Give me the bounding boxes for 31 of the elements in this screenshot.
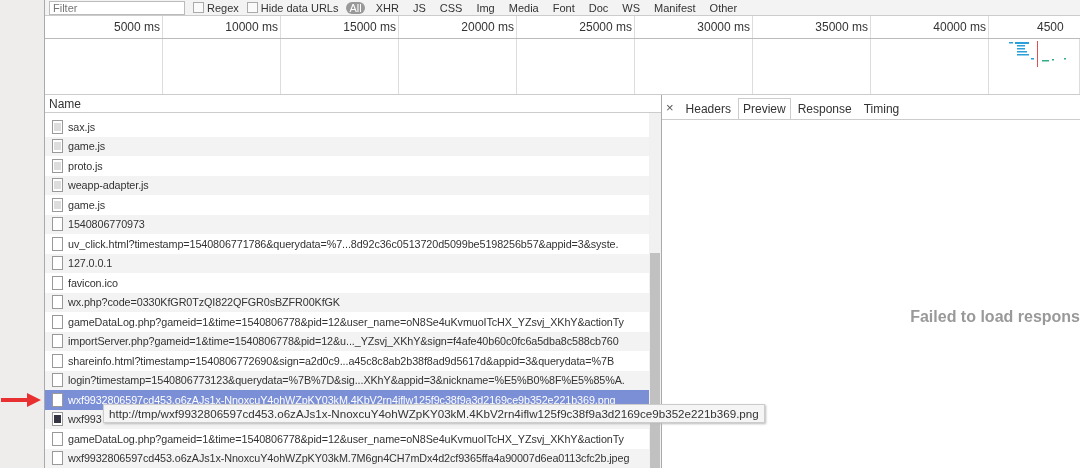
request-name: importServer.php?gameid=1&time=1540806778&pid=12&u..._YZsvj_XKhY&sign=f4afe40b60c0fc6a5dba8c588cb760 [68,335,619,348]
request-name: wxf993 [68,413,102,426]
request-name: wxf9932806597cd453.o6zAJs1x-NnoxcuY4ohWZpKY03kM.7M6gn4CH7mDx4d2cf9365ffa4a90007d6ea0113cfc2b.jpeg [68,452,630,465]
request-name: wx.php?code=0330KfGR0TzQI822QFGR0sBZFR00KfGK [68,296,340,309]
time-tick-label: 30000 ms [635,16,753,38]
request-name: gameDataLog.php?gameid=1&time=1540806778&pid=12&user_name=oN8Se4uKvmuoITcHX_YZsvj_XKhY&actionTy [68,315,624,328]
time-tick-label: 10000 ms [163,16,281,38]
request-name: game.js [68,140,106,153]
tooltip: http://tmp/wxf9932806597cd453.o6zAJs1x-NnoxcuY4ohWZpKY03kM.4KbV2rn4iflw125f9c38f9a3d2169ce9b352e221b369.png [103,404,765,423]
time-tick-label: 25000 ms [517,16,635,38]
request-name: weapp-adapter.js [68,179,149,192]
request-name: game.js [68,198,106,211]
request-name: shareinfo.html?timestamp=1540806772690&sign=a2d0c9...a45c8c8ab2b38f8ad9d5617d&appid=3&querydata=%7B [68,354,614,367]
time-tick-label: 5000 ms [45,16,163,38]
request-name: wxf9932806597cd453.o6zAJs1x-NnoxcuY4ohWZpKY03kM.4KbV2rn4iflw125f9c38f9a3d2169ce9b352e221b369.png [68,393,616,406]
checkbox-label: Hide data URLs [260,1,339,14]
time-tick-label: 15000 ms [281,16,399,38]
request-name: proto.js [68,159,103,172]
request-name: 1540806770973 [68,218,145,231]
request-name: uv_click.html?timestamp=1540806771786&querydata=%7...8d92c36c0513720d5099be5198256b57&appid=3&syste. [68,237,619,250]
request-name: 127.0.0.1 [68,257,113,270]
request-name: login?timestamp=1540806773123&querydata=%7B%7D&sig...XKhY&appid=3&nickname=%E5%B0%8F%E5%85%A. [68,374,625,387]
time-tick-label: 20000 ms [399,16,517,38]
request-name: sax.js [68,120,95,133]
time-tick-label: 4500 [1036,19,1065,36]
request-name: gameDataLog.php?gameid=1&time=1540806778&pid=12&user_name=oN8Se4uKvmuoITcHX_YZsvj_XKhY&actionTy [68,432,624,445]
error-message: Failed to load respons [910,308,1080,327]
time-tick-label: 40000 ms [871,16,989,38]
time-tick-label: 35000 ms [753,16,871,38]
request-name: favicon.ico [68,276,118,289]
checkbox-label: Regex [207,1,239,14]
